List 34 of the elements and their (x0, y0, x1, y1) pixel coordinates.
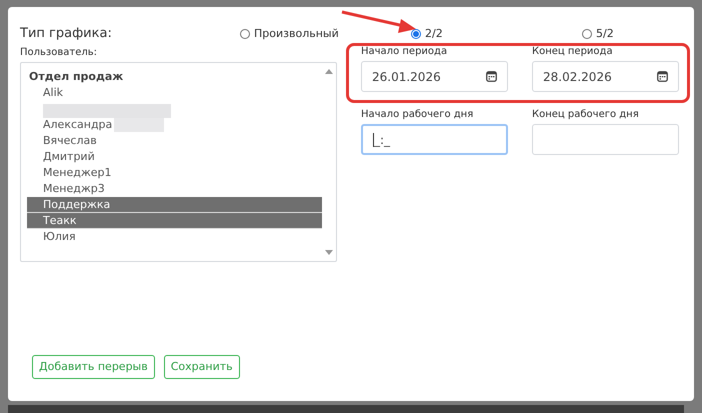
date-field[interactable]: 26.01.2026 (361, 61, 508, 92)
calendar-icon[interactable] (486, 71, 497, 82)
field-label: Начало периода (361, 45, 448, 59)
text-cursor (373, 132, 374, 146)
radio-button[interactable] (240, 29, 250, 39)
field-value: 28.02.2026 (543, 68, 613, 86)
user-list[interactable]: Отдел продаж Alik Александра Вячеслав Дмитрий Менеджер1 Менеджр3 Поддержка Теакк Юлия (20, 62, 337, 262)
group-header[interactable]: Отдел продаж (27, 69, 322, 85)
field-label: Конец периода (532, 45, 614, 59)
list-item[interactable]: Юлия (27, 229, 322, 245)
field-label: Конец рабочего дня (532, 108, 640, 122)
scroll-down-icon[interactable] (325, 250, 333, 255)
radio-label: 5/2 (596, 26, 614, 42)
field-label: Начало рабочего дня (361, 108, 474, 122)
radio-label: Произвольный (254, 26, 339, 42)
date-field[interactable]: 28.02.2026 (532, 61, 679, 92)
list-item[interactable]: Теакк (27, 213, 322, 229)
schedule-type-label: Тип графика: (20, 25, 113, 44)
time-field[interactable] (532, 124, 679, 155)
list-item[interactable]: Alik (27, 85, 322, 101)
list-item[interactable]: Менеджр3 (27, 181, 322, 197)
calendar-icon[interactable] (657, 71, 668, 82)
radio-label: 2/2 (425, 26, 443, 42)
field-value: 26.01.2026 (372, 68, 442, 86)
list-item[interactable]: Вячеслав (27, 133, 322, 149)
list-item[interactable]: Дмитрий (27, 149, 322, 165)
list-item[interactable]: Менеджер1 (27, 165, 322, 181)
scroll-up-icon[interactable] (325, 69, 333, 74)
user-label: Пользователь: (20, 46, 98, 60)
list-item[interactable]: Александра (43, 117, 112, 133)
radio-button[interactable] (582, 29, 592, 39)
list-item[interactable]: Поддержка (27, 197, 322, 213)
field-value: _:_ (374, 132, 392, 148)
time-field[interactable]: _:_ (361, 124, 508, 155)
